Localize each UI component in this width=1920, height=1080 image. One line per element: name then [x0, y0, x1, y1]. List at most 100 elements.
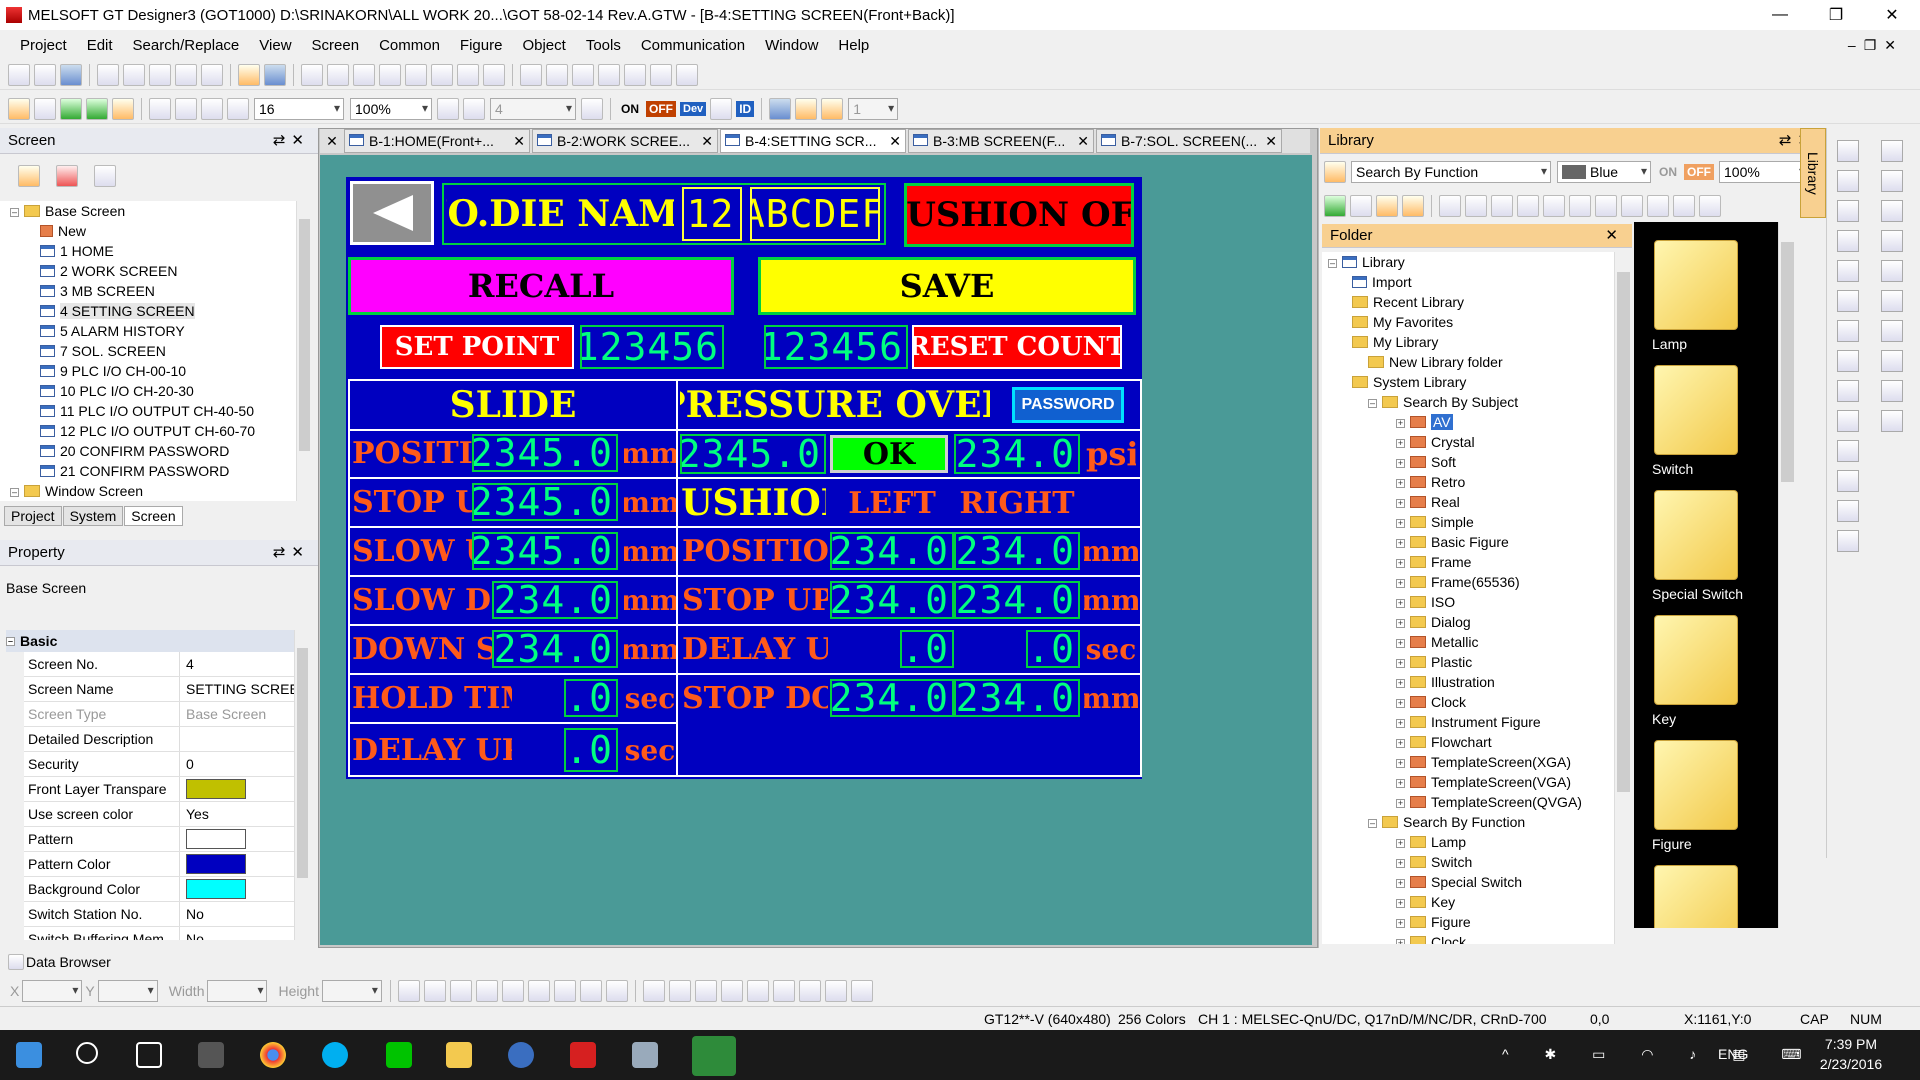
color-swatch[interactable] [186, 829, 246, 849]
library-tree-item[interactable]: + Lamp [1328, 832, 1614, 852]
doc-tab[interactable]: B-3:MB SCREEN(F... ✕ [908, 129, 1094, 153]
library-icon[interactable] [483, 63, 505, 86]
screen-tree-item[interactable]: 3 MB SCREEN [10, 281, 296, 301]
menu-view[interactable]: View [249, 37, 301, 54]
property-row[interactable]: Screen NameSETTING SCREEN [24, 677, 294, 702]
text-tool-icon[interactable] [1837, 410, 1859, 432]
polyline-tool-icon[interactable] [1837, 170, 1859, 192]
panel-pin-close-icon[interactable]: ⇄✕ [273, 131, 310, 149]
expand-icon[interactable]: + [1396, 918, 1405, 928]
expression-icon[interactable] [1699, 195, 1721, 217]
parts-object-icon[interactable] [1881, 320, 1903, 342]
library-thumb-lamp[interactable] [1654, 240, 1738, 330]
expand-icon[interactable]: + [1396, 418, 1405, 428]
panel-pin-close-icon[interactable]: ⇄✕ [273, 543, 310, 561]
library-tree-item[interactable]: + Soft [1328, 452, 1614, 472]
expand-icon[interactable]: + [1396, 438, 1405, 448]
save-icon[interactable] [60, 63, 82, 86]
library-tree-item[interactable]: – Search By Function [1328, 812, 1614, 832]
back-icon[interactable] [1324, 195, 1346, 217]
piping-tool-icon[interactable] [1837, 380, 1859, 402]
slide-param-value[interactable]: 1.0 [564, 728, 618, 772]
library-off-button[interactable]: OFF [1684, 164, 1714, 180]
data-display-icon[interactable] [710, 97, 733, 120]
property-value[interactable]: Yes [180, 802, 294, 826]
ascii-display-icon[interactable] [1881, 230, 1903, 252]
reset-count-button[interactable]: RESET COUNT [912, 325, 1122, 369]
front-layer-icon[interactable] [795, 97, 818, 120]
menu-search-replace[interactable]: Search/Replace [123, 37, 250, 54]
distribute-h-icon[interactable] [553, 980, 576, 1002]
line-width-icon[interactable] [668, 980, 691, 1002]
screen-tree-item[interactable]: – Base Screen [10, 201, 296, 221]
grid-icon[interactable] [581, 97, 603, 120]
color-swatch[interactable] [186, 879, 246, 899]
library-tree-item[interactable]: + Instrument Figure [1328, 712, 1614, 732]
screen-tree-item[interactable]: 1 HOME [10, 241, 296, 261]
expand-icon[interactable]: – [1368, 398, 1377, 408]
library-thumbs-scrollbar[interactable] [1778, 222, 1796, 928]
die-name-display[interactable]: ABCDEF [750, 187, 880, 241]
library-tree-item[interactable]: + AV [1328, 412, 1614, 432]
fill-color-icon[interactable] [772, 980, 795, 1002]
line-tool-icon[interactable] [1837, 140, 1859, 162]
dxf-tool-icon[interactable] [1837, 500, 1859, 522]
circle-tool-icon[interactable] [1837, 260, 1859, 282]
password-button[interactable]: PASSWORD [1012, 387, 1124, 423]
off-state-button[interactable]: OFF [646, 100, 676, 117]
app-icon[interactable] [508, 1042, 534, 1068]
library-tree-item[interactable]: + Special Switch [1328, 872, 1614, 892]
line-style-icon[interactable] [642, 980, 665, 1002]
overlap-screen-icon[interactable] [353, 63, 375, 86]
close-tab-icon[interactable]: ✕ [1071, 133, 1089, 150]
file-explorer-icon[interactable] [446, 1042, 472, 1068]
open-folder-icon[interactable] [34, 63, 56, 86]
screen-tree-item[interactable]: New [10, 221, 296, 241]
library-search-select[interactable]: Search By Function [1351, 161, 1551, 183]
property-value[interactable] [180, 877, 294, 901]
cushion-off-button[interactable]: CUSHION OFF [904, 183, 1134, 247]
expand-icon[interactable]: + [1396, 518, 1405, 528]
expand-icon[interactable]: + [1396, 938, 1405, 944]
library-tree-item[interactable]: + Crystal [1328, 432, 1614, 452]
screen-tree-item[interactable]: 4 SETTING SCREEN [10, 301, 296, 321]
sector-tool-icon[interactable] [1837, 320, 1859, 342]
library-tree-item[interactable]: + TemplateScreen(VGA) [1328, 772, 1614, 792]
property-scrollbar[interactable] [294, 630, 310, 940]
clock-time[interactable]: 7:39 PM [1816, 1036, 1886, 1052]
store-icon[interactable] [198, 1042, 224, 1068]
expand-icon[interactable]: + [1396, 458, 1405, 468]
forward-icon[interactable] [1350, 195, 1372, 217]
menu-tools[interactable]: Tools [576, 37, 631, 54]
align-bottom-icon[interactable] [527, 980, 550, 1002]
save-button[interactable]: SAVE [758, 257, 1136, 315]
library-zoom-select[interactable]: 100% [1719, 161, 1809, 183]
property-row[interactable]: Pattern [24, 827, 294, 852]
menu-help[interactable]: Help [828, 37, 879, 54]
close-tab-icon[interactable]: ✕ [1259, 133, 1277, 150]
library-on-button[interactable]: ON [1656, 164, 1680, 180]
pattern-icon[interactable] [746, 980, 769, 1002]
set-point-value[interactable]: 123456 [580, 325, 724, 369]
property-row[interactable]: Background Color [24, 877, 294, 902]
expand-icon[interactable]: + [1396, 858, 1405, 868]
new-screen-icon[interactable] [94, 165, 116, 187]
folder-up-icon[interactable] [1376, 195, 1398, 217]
doc-tab[interactable]: B-7:SOL. SCREEN(... ✕ [1096, 129, 1282, 153]
align-right-icon[interactable] [449, 980, 472, 1002]
property-row[interactable]: Detailed Description [24, 727, 294, 752]
property-row[interactable]: Screen Type Base Screen [24, 702, 294, 727]
screen-tree-item[interactable]: – Window Screen [10, 481, 296, 501]
library-tree-item[interactable]: + Illustration [1328, 672, 1614, 692]
screen-tree-item[interactable]: 11 PLC I/O OUTPUT CH-40-50 [10, 401, 296, 421]
expand-icon[interactable]: + [1396, 578, 1405, 588]
doc-tab[interactable]: B-1:HOME(Front+... ✕ [344, 129, 530, 153]
cushion-right-value[interactable]: 1.0 [1026, 630, 1080, 668]
rectangle-tool-icon[interactable] [1837, 200, 1859, 222]
expand-icon[interactable]: + [1396, 698, 1405, 708]
expand-icon[interactable]: + [1396, 638, 1405, 648]
scale-tool-icon[interactable] [1837, 350, 1859, 372]
data-browser-tab[interactable]: Data Browser [0, 950, 318, 974]
line-app-icon[interactable] [386, 1042, 412, 1068]
die-number-display[interactable]: 12 [682, 187, 742, 241]
